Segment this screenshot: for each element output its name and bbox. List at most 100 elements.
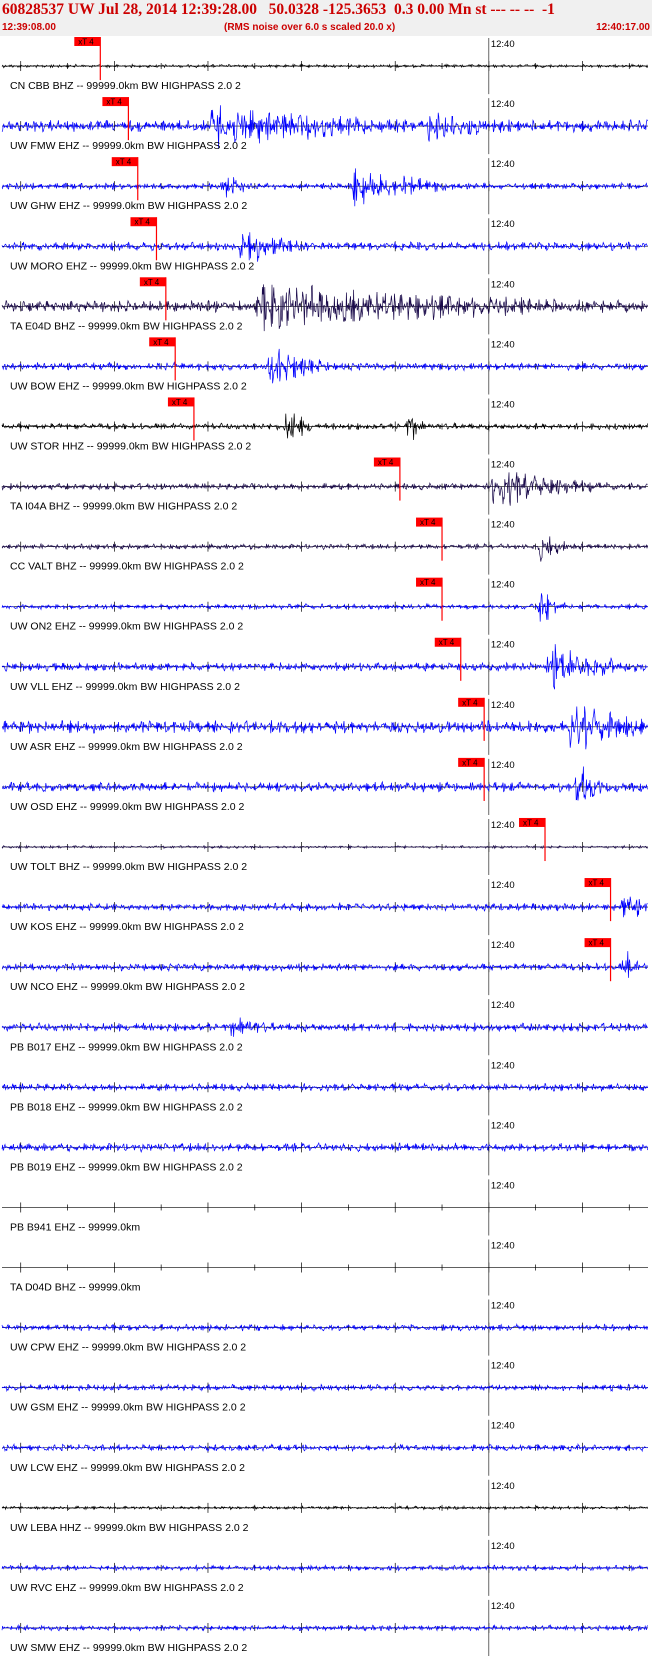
trace-row: 12:40 xT 4 UW GHW EHZ -- 99999.0km BW HIGH… xyxy=(1,157,648,215)
station-label: UW GSM EHZ -- 99999.0km BW HIGHPASS 2.0 … xyxy=(10,1402,246,1414)
minute-tick-label: 12:40 xyxy=(491,39,515,50)
trace-row: 12:40 xT 4 UW TOLT BHZ -- 99999.0km BW HIG… xyxy=(1,817,648,876)
minute-tick-label: 12:40 xyxy=(491,700,515,711)
trace-row: 12:40 xT 4 UW BOW EHZ -- 99999.0km BW HIGH… xyxy=(1,337,648,395)
minute-tick-label: 12:40 xyxy=(491,219,515,230)
waveform-trace xyxy=(1,232,648,262)
minute-tick-label: 12:40 xyxy=(491,1180,515,1191)
station-label: TA I04A BHZ -- 99999.0km BW HIGHPASS 2.0… xyxy=(10,501,237,513)
trace-row: 12:40 xT 4 TA E04D BHZ -- 99999.0km BW HIG… xyxy=(1,277,648,335)
minute-tick-label: 12:40 xyxy=(491,880,515,891)
minute-tick-label: 12:40 xyxy=(491,159,515,170)
station-label: PB B017 EHZ -- 99999.0km BW HIGHPASS 2.0… xyxy=(10,1041,243,1053)
minute-tick-label: 12:40 xyxy=(491,760,515,771)
trace-row: 12:40 TA D04D BHZ -- 99999.0km xyxy=(2,1239,648,1296)
station-label: UW CPW EHZ -- 99999.0km BW HIGHPASS 2.0 … xyxy=(10,1342,246,1354)
seismogram-panel: 12:40 xT 4 CN CBB BHZ -- 99999.0km BW HIGH… xyxy=(1,37,648,1656)
trace-row: 12:40 xT 4 CN CBB BHZ -- 99999.0km BW HIGH… xyxy=(1,37,648,95)
trace-row: 12:40 xT 4 TA I04A BHZ -- 99999.0km BW HIG… xyxy=(1,457,648,515)
station-label: TA D04D BHZ -- 99999.0km xyxy=(10,1282,141,1294)
station-label: UW FMW EHZ -- 99999.0km BW HIGHPASS 2.0 … xyxy=(10,140,247,152)
waveform-trace xyxy=(1,536,648,562)
station-label: UW KOS EHZ -- 99999.0km BW HIGHPASS 2.0 … xyxy=(10,921,244,933)
trace-row: 12:40 xT 4 UW STOR HHZ -- 99999.0km BW HIG… xyxy=(1,397,648,455)
minute-tick-label: 12:40 xyxy=(491,99,515,110)
station-label: UW LCW EHZ -- 99999.0km BW HIGHPASS 2.0 … xyxy=(10,1462,245,1474)
minute-tick-label: 12:40 xyxy=(491,1120,515,1131)
trace-row: 12:40 xT 4 UW FMW EHZ -- 99999.0km BW HIGH… xyxy=(1,97,648,155)
minute-tick-label: 12:40 xyxy=(491,940,515,951)
pick-label: xT 4 xyxy=(153,338,169,347)
pick-label: xT 4 xyxy=(589,879,605,888)
pick-label: xT 4 xyxy=(116,158,132,167)
waveform-trace xyxy=(1,593,648,622)
minute-tick-label: 12:40 xyxy=(491,1481,515,1492)
minute-tick-label: 12:40 xyxy=(491,399,515,410)
station-label: UW VLL EHZ -- 99999.0km BW HIGHPASS 2.0 … xyxy=(10,681,240,693)
station-label: CN CBB BHZ -- 99999.0km BW HIGHPASS 2.0 … xyxy=(10,80,241,92)
trace-row: 12:40 UW CPW EHZ -- 99999.0km BW HIGHPASS… xyxy=(1,1299,648,1356)
minute-tick-label: 12:40 xyxy=(491,580,515,591)
station-label: UW OSD EHZ -- 99999.0km BW HIGHPASS 2.0 … xyxy=(10,801,245,813)
minute-tick-label: 12:40 xyxy=(491,1601,515,1612)
minute-tick-label: 12:40 xyxy=(491,1421,515,1432)
station-label: UW SMW EHZ -- 99999.0km BW HIGHPASS 2.0 … xyxy=(10,1642,247,1654)
station-label: UW BOW EHZ -- 99999.0km BW HIGHPASS 2.0 … xyxy=(10,380,247,392)
trace-row: 12:40 UW SMW EHZ -- 99999.0km BW HIGHPASS… xyxy=(1,1599,648,1656)
station-label: UW LEBA HHZ -- 99999.0km BW HIGHPASS 2.0… xyxy=(10,1522,249,1534)
station-label: UW TOLT BHZ -- 99999.0km BW HIGHPASS 2.0… xyxy=(10,861,247,873)
station-label: CC VALT BHZ -- 99999.0km BW HIGHPASS 2.0… xyxy=(10,561,244,573)
trace-row: 12:40 xT 4 CC VALT BHZ -- 99999.0km BW HIG… xyxy=(1,517,648,575)
minute-tick-label: 12:40 xyxy=(491,1000,515,1011)
station-label: PB B019 EHZ -- 99999.0km BW HIGHPASS 2.0… xyxy=(10,1161,243,1173)
minute-tick-label: 12:40 xyxy=(491,640,515,651)
trace-row: 12:40 xT 4 UW KOS EHZ -- 99999.0km BW HIGH… xyxy=(1,878,648,936)
station-label: PB B941 EHZ -- 99999.0km xyxy=(10,1221,140,1233)
pick-label: xT 4 xyxy=(106,98,122,107)
waveform-trace xyxy=(1,1082,648,1093)
event-title: 60828537 UW Jul 28, 2014 12:39:28.00 50.… xyxy=(2,1,555,18)
minute-tick-label: 12:40 xyxy=(491,279,515,290)
minute-tick-label: 12:40 xyxy=(491,1301,515,1312)
trace-row: 12:40 xT 4 UW MORO EHZ -- 99999.0km BW HIG… xyxy=(1,217,648,275)
trace-row: 12:40 xT 4 UW OSD EHZ -- 99999.0km BW HIGH… xyxy=(2,757,648,815)
pick-label: xT 4 xyxy=(439,638,455,647)
pick-label: xT 4 xyxy=(144,278,160,287)
waveform-trace xyxy=(1,1623,648,1632)
minute-tick-label: 12:40 xyxy=(491,460,515,471)
pick-label: xT 4 xyxy=(462,758,478,767)
end-time-label: 12:40:17.00 xyxy=(596,22,650,33)
trace-row: 12:40 PB B018 EHZ -- 99999.0km BW HIGHPAS… xyxy=(1,1059,648,1116)
station-label: UW GHW EHZ -- 99999.0km BW HIGHPASS 2.0 … xyxy=(10,200,247,212)
station-label: UW ASR EHZ -- 99999.0km BW HIGHPASS 2.0 … xyxy=(10,741,243,753)
minute-tick-label: 12:40 xyxy=(491,1060,515,1071)
minute-tick-label: 12:40 xyxy=(491,520,515,531)
waveform-trace xyxy=(1,1504,648,1511)
minute-tick-label: 12:40 xyxy=(491,1240,515,1251)
pick-label: xT 4 xyxy=(172,398,188,407)
trace-row: 12:40 UW LEBA HHZ -- 99999.0km BW HIGHPAS… xyxy=(1,1479,648,1536)
station-label: UW RVC EHZ -- 99999.0km BW HIGHPASS 2.0 … xyxy=(10,1582,244,1594)
trace-row: 12:40 PB B017 EHZ -- 99999.0km BW HIGHPAS… xyxy=(1,999,648,1056)
station-label: TA E04D BHZ -- 99999.0km BW HIGHPASS 2.0… xyxy=(10,320,243,332)
pick-label: xT 4 xyxy=(134,218,150,227)
trace-row: 12:40 PB B941 EHZ -- 99999.0km xyxy=(2,1179,648,1236)
minute-tick-label: 12:40 xyxy=(491,1361,515,1372)
noise-scale-note: (RMS noise over 6.0 s scaled 20.0 x) xyxy=(224,22,396,33)
trace-row: 12:40 xT 4 UW NCO EHZ -- 99999.0km BW HIGH… xyxy=(1,938,648,996)
pick-label: xT 4 xyxy=(420,518,436,527)
pick-label: xT 4 xyxy=(78,38,94,47)
pick-label: xT 4 xyxy=(462,698,478,707)
pick-label: xT 4 xyxy=(420,578,436,587)
waveform-trace xyxy=(2,766,648,801)
station-label: UW ON2 EHZ -- 99999.0km BW HIGHPASS 2.0 … xyxy=(10,621,243,633)
trace-row: 12:40 UW GSM EHZ -- 99999.0km BW HIGHPASS… xyxy=(1,1359,648,1416)
start-time-label: 12:39:08.00 xyxy=(2,22,56,33)
station-label: UW STOR HHZ -- 99999.0km BW HIGHPASS 2.0… xyxy=(10,441,251,453)
trace-row: 12:40 xT 4 UW ON2 EHZ -- 99999.0km BW HIGH… xyxy=(1,577,648,635)
trace-row: 12:40 PB B019 EHZ -- 99999.0km BW HIGHPAS… xyxy=(1,1119,648,1176)
trace-row: 12:40 UW LCW EHZ -- 99999.0km BW HIGHPASS… xyxy=(1,1419,648,1476)
minute-tick-label: 12:40 xyxy=(491,820,515,831)
station-label: PB B018 EHZ -- 99999.0km BW HIGHPASS 2.0… xyxy=(10,1101,243,1113)
station-label: UW NCO EHZ -- 99999.0km BW HIGHPASS 2.0 … xyxy=(10,981,245,993)
